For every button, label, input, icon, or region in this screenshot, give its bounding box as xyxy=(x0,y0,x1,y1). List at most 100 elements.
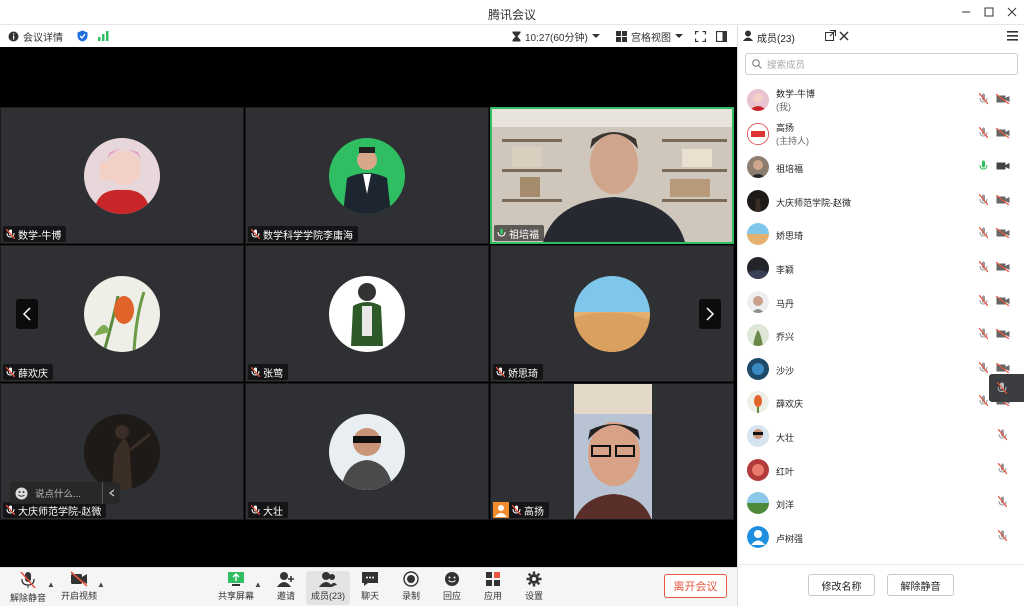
participant-name-label: 数学-牛博 xyxy=(3,226,67,242)
unmute-all-button[interactable]: 解除静音 xyxy=(887,574,954,596)
apps-button[interactable]: 应用 xyxy=(473,571,513,605)
apps-icon xyxy=(486,572,500,586)
members-button[interactable]: 成员(23) xyxy=(306,571,350,605)
mic-muted-icon xyxy=(979,193,988,206)
gear-icon xyxy=(526,571,542,587)
share-options-caret[interactable]: ▲ xyxy=(254,580,262,589)
security-shield-icon[interactable] xyxy=(77,28,88,44)
reaction-button[interactable]: 回应 xyxy=(432,571,472,605)
avatar xyxy=(747,458,769,481)
video-tile[interactable]: 数学-牛博 xyxy=(0,107,244,244)
video-tile[interactable]: 数学科学学院李庸海 xyxy=(245,107,489,244)
search-members-input[interactable]: 搜索成员 xyxy=(745,53,1018,75)
member-list: 数学-牛博 (我) 高扬 (主持人) 祖培福 大庆师范学院-赵微 娇思琦 李颖 … xyxy=(738,84,1024,554)
camera-off-icon xyxy=(996,127,1010,138)
avatar xyxy=(329,275,405,352)
chevron-left-icon xyxy=(108,489,114,497)
fullscreen-icon[interactable] xyxy=(695,28,706,44)
mic-active-icon xyxy=(497,228,506,237)
member-row[interactable]: 乔兴 xyxy=(738,319,1024,353)
floating-mic-indicator[interactable] xyxy=(989,374,1024,402)
mic-muted-icon xyxy=(979,93,988,105)
video-options-caret[interactable]: ▲ xyxy=(97,580,105,589)
member-row[interactable]: 马丹 xyxy=(738,286,1024,320)
menu-icon[interactable] xyxy=(1007,31,1018,41)
avatar xyxy=(747,290,769,313)
member-row[interactable]: 刘洋 xyxy=(738,487,1024,521)
member-row[interactable]: 薛欢庆 xyxy=(738,386,1024,420)
settings-button[interactable]: 设置 xyxy=(514,571,554,605)
members-panel-footer: 修改名称 解除静音 xyxy=(738,564,1024,606)
camera-off-icon xyxy=(996,261,1010,272)
mic-muted-icon xyxy=(997,382,1007,394)
start-video-button[interactable]: 开启视频 xyxy=(59,571,99,605)
member-row[interactable]: 高扬 (主持人) xyxy=(738,118,1024,152)
member-row[interactable]: 沙沙 xyxy=(738,353,1024,387)
minimize-button[interactable] xyxy=(955,3,977,21)
video-tile-active-speaker[interactable]: 祖培福 xyxy=(490,107,734,244)
member-row[interactable]: 大庆师范学院-赵微 xyxy=(738,185,1024,219)
chat-placeholder: 说点什么... xyxy=(35,489,81,500)
member-row[interactable]: 祖培福 xyxy=(738,151,1024,185)
info-icon xyxy=(8,31,19,41)
avatar xyxy=(747,391,769,414)
camera-on-icon xyxy=(996,162,1010,170)
share-screen-button[interactable]: 共享屏幕 xyxy=(216,571,256,605)
participant-name-label: 高扬 xyxy=(493,502,549,518)
record-button[interactable]: 录制 xyxy=(391,571,431,605)
host-badge-icon xyxy=(493,502,509,518)
video-tile[interactable]: 大壮 xyxy=(245,383,489,520)
member-row[interactable]: 大壮 xyxy=(738,420,1024,454)
member-row[interactable]: 卢树强 xyxy=(738,521,1024,555)
avatar xyxy=(84,137,160,214)
quick-chat-input[interactable]: 说点什么... xyxy=(10,482,120,504)
view-mode-label: 宫格视图 xyxy=(631,32,671,44)
members-icon xyxy=(743,30,753,41)
mic-muted-icon xyxy=(6,505,15,515)
video-tile[interactable]: 娇思琦 xyxy=(490,245,734,382)
mic-muted-icon xyxy=(251,367,260,377)
mic-muted-icon xyxy=(979,361,988,374)
participant-name-label: 大庆师范学院-赵微 xyxy=(3,502,107,518)
member-row[interactable]: 红叶 xyxy=(738,454,1024,488)
video-tile[interactable]: 高扬 xyxy=(490,383,734,520)
search-placeholder: 搜索成员 xyxy=(767,60,806,71)
camera-off-icon xyxy=(996,94,1010,104)
avatar xyxy=(747,357,769,380)
chevron-left-icon xyxy=(22,307,31,321)
audio-options-caret[interactable]: ▲ xyxy=(47,580,55,589)
invite-button[interactable]: 邀请 xyxy=(266,571,306,605)
member-row[interactable]: 李颖 xyxy=(738,252,1024,286)
member-row[interactable]: 娇思琦 xyxy=(738,218,1024,252)
pop-out-icon[interactable] xyxy=(825,30,836,41)
close-panel-icon[interactable] xyxy=(839,31,849,41)
signal-strength-icon[interactable] xyxy=(98,28,109,44)
toggle-sidebar-icon[interactable] xyxy=(716,28,727,44)
member-row[interactable]: 数学-牛博 (我) xyxy=(738,84,1024,118)
maximize-button[interactable] xyxy=(978,3,1000,21)
mic-muted-icon xyxy=(6,367,15,377)
video-tile[interactable]: 张莺 xyxy=(245,245,489,382)
window-title: 腾讯会议 xyxy=(487,8,536,22)
reaction-icon xyxy=(445,572,459,586)
avatar xyxy=(747,223,769,246)
collapse-chat-button[interactable] xyxy=(102,482,120,504)
mic-muted-icon xyxy=(998,496,1007,508)
unmute-button[interactable]: 解除静音 xyxy=(8,571,48,605)
avatar xyxy=(747,492,769,515)
mic-active-icon xyxy=(979,160,988,170)
previous-page-button[interactable] xyxy=(16,299,38,329)
rename-button[interactable]: 修改名称 xyxy=(808,574,875,596)
meeting-detail-button[interactable]: 会议详情 xyxy=(8,28,63,44)
participant-name-label: 娇思琦 xyxy=(493,364,543,380)
meeting-timer[interactable]: 10:27(60分钟) xyxy=(512,28,600,44)
camera-off-icon xyxy=(996,329,1010,340)
next-page-button[interactable] xyxy=(699,299,721,329)
avatar xyxy=(747,256,769,279)
leave-meeting-button[interactable]: 离开会议 xyxy=(664,574,727,598)
avatar xyxy=(747,189,769,212)
close-button[interactable] xyxy=(1001,3,1023,21)
view-mode-button[interactable]: 宫格视图 xyxy=(616,28,683,44)
mic-muted-icon xyxy=(20,571,36,589)
chat-button[interactable]: 聊天 xyxy=(350,571,390,605)
